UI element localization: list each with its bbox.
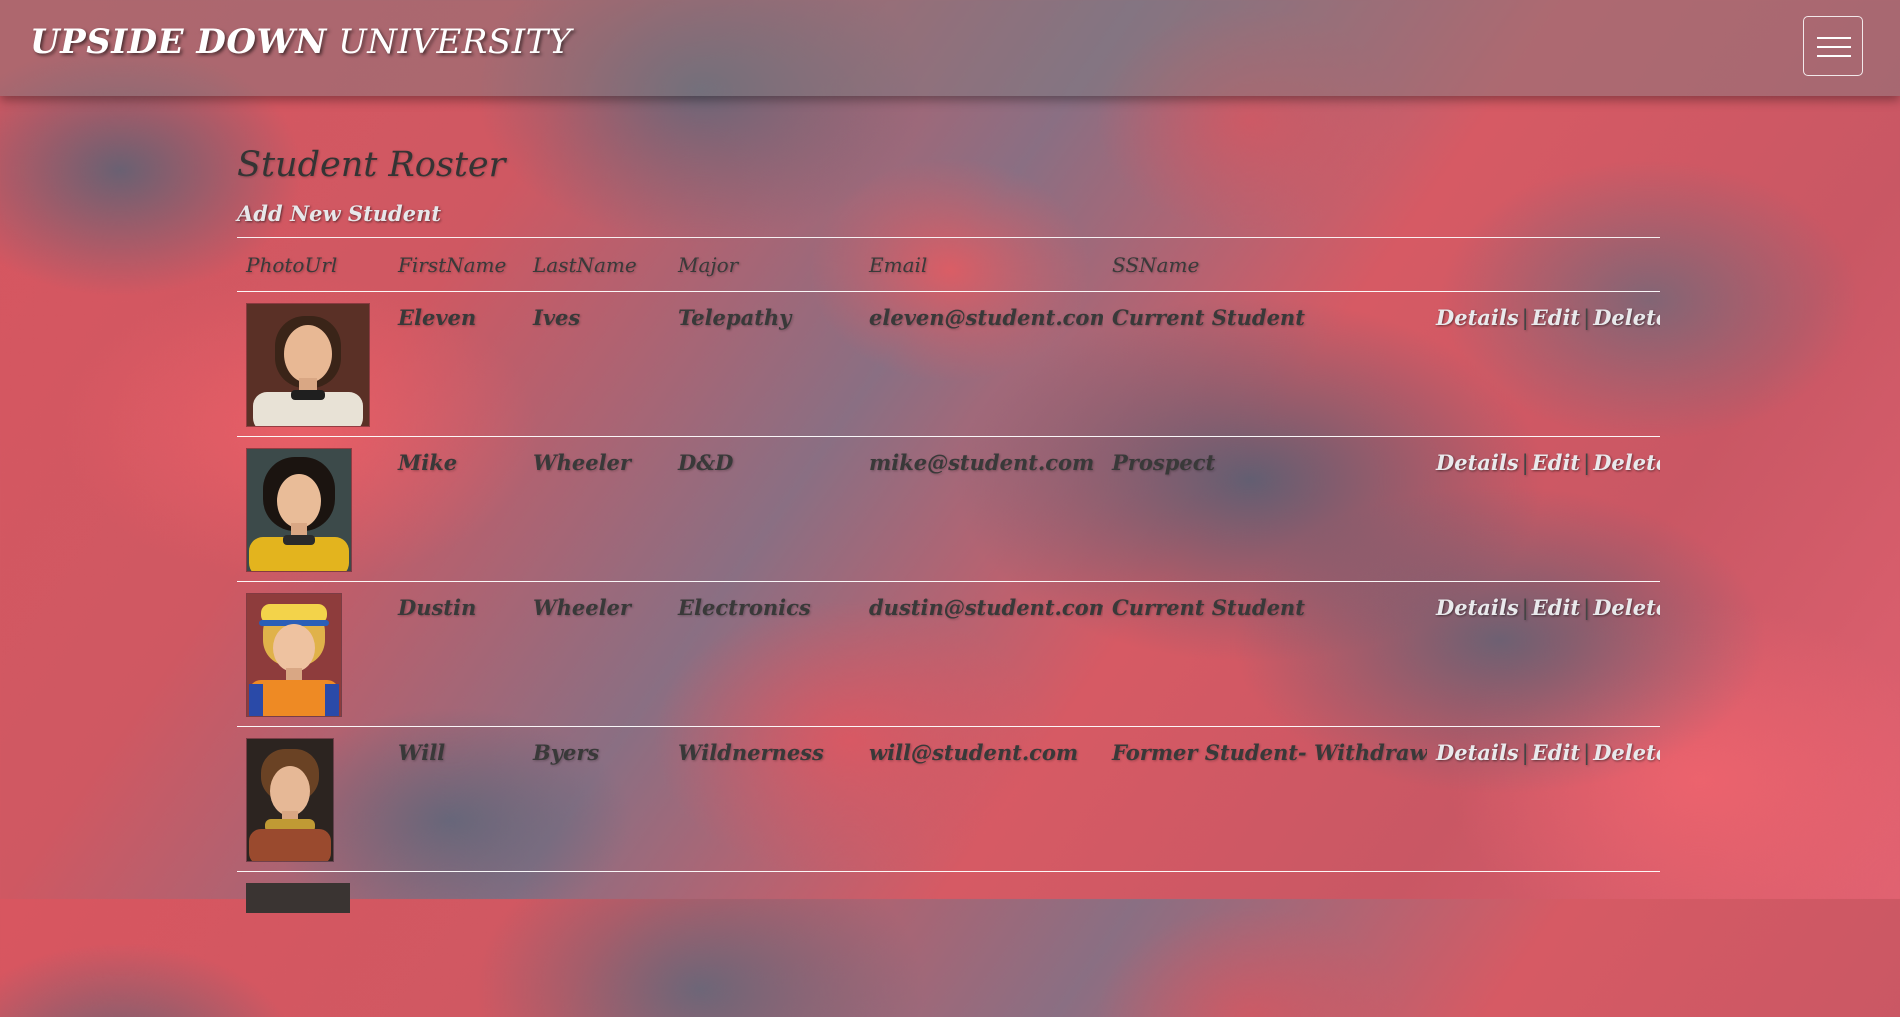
action-separator: | [1521,741,1529,765]
first-name-cell: Mike [398,450,458,475]
student-photo [246,883,350,913]
email-cell: eleven@student.com [869,305,1103,330]
major-cell: Telepathy [678,305,792,330]
edit-link[interactable]: Edit [1532,305,1580,330]
brand-name-bold: UPSIDE DOWN [30,22,327,62]
details-link[interactable]: Details [1436,305,1519,330]
actions-cell: Details|Edit|Delete [1427,292,1660,437]
table-header-row: PhotoUrl FirstName LastName Major Email … [237,237,1660,292]
brand-link[interactable]: UPSIDE DOWN UNIVERSITY [30,22,572,62]
student-photo [246,303,370,427]
navbar: UPSIDE DOWN UNIVERSITY [0,0,1900,96]
major-cell [669,872,860,1017]
column-header-firstname: FirstName [398,252,507,277]
table-row [237,871,1660,1017]
first-name-cell: Will [398,740,446,765]
status-cell: Current Student [1112,305,1305,330]
status-cell: Former Student- Withdrawn [1112,740,1427,765]
last-name-cell: Wheeler [533,450,631,475]
last-name-cell: Ives [533,305,581,330]
photo-cell [237,727,389,872]
table-row: Eleven Ives Telepathy eleven@student.com… [237,291,1660,437]
hamburger-menu-icon [1817,46,1851,48]
photo-cell [237,292,389,437]
status-cell [1103,872,1427,1017]
actions-cell: Details|Edit|Delete [1427,582,1660,727]
major-cell: D&D [678,450,734,475]
column-header-email: Email [869,252,928,277]
table-row: Dustin Wheeler Electronics dustin@studen… [237,581,1660,727]
action-separator: | [1521,596,1529,620]
student-photo [246,448,352,572]
last-name-cell [524,872,669,1017]
status-cell: Current Student [1112,595,1305,620]
first-name-cell: Eleven [398,305,477,330]
delete-link[interactable]: Delete [1593,450,1660,475]
actions-cell: Details|Edit|Delete [1427,727,1660,872]
photo-cell [237,872,389,1017]
student-table: PhotoUrl FirstName LastName Major Email … [237,237,1660,1017]
action-separator: | [1583,451,1591,475]
column-header-actions [1427,238,1660,292]
actions-cell: Details|Edit|Delete [1427,437,1660,582]
photo-cell [237,582,389,727]
hamburger-menu-icon [1817,37,1851,39]
details-link[interactable]: Details [1436,450,1519,475]
email-cell: will@student.com [869,740,1079,765]
column-header-photourl: PhotoUrl [246,252,338,277]
actions-cell [1427,872,1660,1017]
student-photo [246,593,342,717]
email-cell [860,872,1103,1017]
hamburger-menu-icon [1817,55,1851,57]
details-link[interactable]: Details [1436,595,1519,620]
table-row: Mike Wheeler D&D mike@student.com Prospe… [237,436,1660,582]
edit-link[interactable]: Edit [1532,595,1580,620]
delete-link[interactable]: Delete [1593,595,1660,620]
major-cell: Electronics [678,595,811,620]
first-name-cell [389,872,524,1017]
add-new-student-link[interactable]: Add New Student [237,201,441,226]
details-link[interactable]: Details [1436,740,1519,765]
main-content: Student Roster Add New Student PhotoUrl … [237,145,1660,1017]
status-cell: Prospect [1112,450,1216,475]
email-cell: dustin@student.com [869,595,1103,620]
first-name-cell: Dustin [398,595,477,620]
action-separator: | [1521,451,1529,475]
column-header-lastname: LastName [533,252,637,277]
column-header-ssname: SSName [1112,252,1200,277]
action-separator: | [1583,741,1591,765]
menu-toggle-button[interactable] [1803,16,1863,76]
action-separator: | [1583,306,1591,330]
email-cell: mike@student.com [869,450,1095,475]
delete-link[interactable]: Delete [1593,740,1660,765]
delete-link[interactable]: Delete [1593,305,1660,330]
last-name-cell: Byers [533,740,600,765]
student-photo [246,738,334,862]
table-row: Will Byers Wildnerness will@student.com … [237,726,1660,872]
brand-name-regular: UNIVERSITY [338,22,572,62]
photo-cell [237,437,389,582]
action-separator: | [1521,306,1529,330]
column-header-major: Major [678,252,739,277]
page-title: Student Roster [237,145,506,185]
last-name-cell: Wheeler [533,595,631,620]
action-separator: | [1583,596,1591,620]
edit-link[interactable]: Edit [1532,450,1580,475]
major-cell: Wildnerness [678,740,824,765]
edit-link[interactable]: Edit [1532,740,1580,765]
